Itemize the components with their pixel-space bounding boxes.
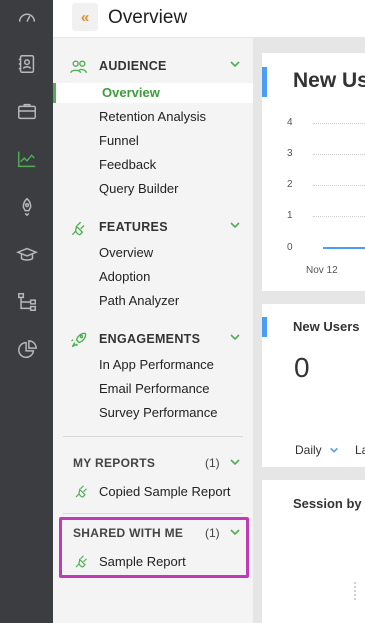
report-copied-sample[interactable]: Copied Sample Report [73, 481, 231, 501]
gridline [313, 216, 365, 217]
chevron-down-icon[interactable] [229, 58, 241, 70]
card-title: Session by [293, 496, 362, 511]
section-title: AUDIENCE [99, 59, 167, 73]
card-accent [262, 317, 267, 337]
my-reports-count: (1) [205, 456, 220, 470]
gridline [313, 185, 365, 186]
rocket-icon[interactable] [0, 185, 53, 229]
chevron-down-icon[interactable] [229, 456, 241, 468]
report-label: Copied Sample Report [99, 483, 231, 499]
nav-audience-overview[interactable]: Overview [53, 83, 253, 103]
nav-features-overview[interactable]: Overview [99, 243, 153, 263]
section-engagements[interactable]: ENGAGEMENTS [53, 329, 253, 351]
section-features[interactable]: FEATURES [53, 217, 253, 239]
card-title: New Users [293, 319, 360, 334]
divider [63, 513, 243, 514]
divider [63, 436, 243, 437]
nav-path-analyzer[interactable]: Path Analyzer [99, 291, 179, 311]
chart-fragment [354, 582, 362, 600]
nav-email-performance[interactable]: Email Performance [99, 379, 210, 399]
plug-icon [71, 221, 85, 236]
range-dropdown[interactable]: La [355, 443, 365, 457]
graduation-cap-icon[interactable] [0, 233, 53, 277]
nav-retention-analysis[interactable]: Retention Analysis [99, 107, 206, 127]
page-header: « Overview [53, 0, 365, 38]
gridline [313, 154, 365, 155]
page-title: Overview [108, 7, 188, 28]
session-card: Session by [262, 480, 365, 623]
flow-tree-icon[interactable] [0, 280, 53, 324]
gridline [313, 123, 365, 124]
plug-icon [75, 485, 87, 498]
series-line [323, 247, 365, 249]
metric-value: 0 [294, 352, 310, 383]
chevron-down-icon[interactable] [229, 331, 241, 343]
my-reports-title[interactable]: MY REPORTS [73, 456, 155, 470]
card-accent [262, 67, 267, 97]
new-users-chart-card: New Us 4 3 2 1 0 Nov 12 [262, 53, 365, 291]
period-label: Daily [295, 443, 322, 457]
pie-chart-icon[interactable] [0, 328, 53, 372]
nav-funnel[interactable]: Funnel [99, 131, 139, 151]
rocket-icon [71, 332, 87, 348]
chevron-down-icon [329, 447, 338, 453]
users-icon [70, 60, 88, 74]
period-dropdown[interactable]: Daily [295, 443, 339, 457]
nav-survey-performance[interactable]: Survey Performance [99, 403, 218, 423]
y-tick: 1 [287, 210, 293, 221]
speedometer-icon[interactable] [0, 0, 53, 39]
x-tick: Nov 12 [306, 265, 338, 276]
double-chevron-left-icon[interactable]: « [72, 3, 98, 31]
section-title: ENGAGEMENTS [99, 332, 201, 346]
card-title: New Us [293, 69, 365, 92]
nav-adoption[interactable]: Adoption [99, 267, 150, 287]
icon-rail [0, 0, 53, 623]
new-users-metric-card: New Users 0 Daily La [262, 304, 365, 467]
main-content: New Us 4 3 2 1 0 Nov 12 New Users 0 Dail… [253, 38, 365, 623]
section-audience[interactable]: AUDIENCE [53, 56, 253, 78]
secondary-nav: AUDIENCE Overview Retention Analysis Fun… [53, 38, 253, 623]
contacts-icon[interactable] [0, 42, 53, 86]
y-tick: 4 [287, 117, 293, 128]
y-tick: 2 [287, 179, 293, 190]
y-tick: 3 [287, 148, 293, 159]
y-tick: 0 [287, 242, 293, 253]
nav-query-builder[interactable]: Query Builder [99, 179, 178, 199]
nav-in-app-performance[interactable]: In App Performance [99, 355, 214, 375]
chevron-down-icon[interactable] [229, 219, 241, 231]
section-title: FEATURES [99, 220, 168, 234]
shared-with-me-highlight [59, 517, 249, 578]
briefcase-icon[interactable] [0, 89, 53, 133]
line-chart-icon[interactable] [0, 137, 53, 181]
nav-feedback[interactable]: Feedback [99, 155, 156, 175]
